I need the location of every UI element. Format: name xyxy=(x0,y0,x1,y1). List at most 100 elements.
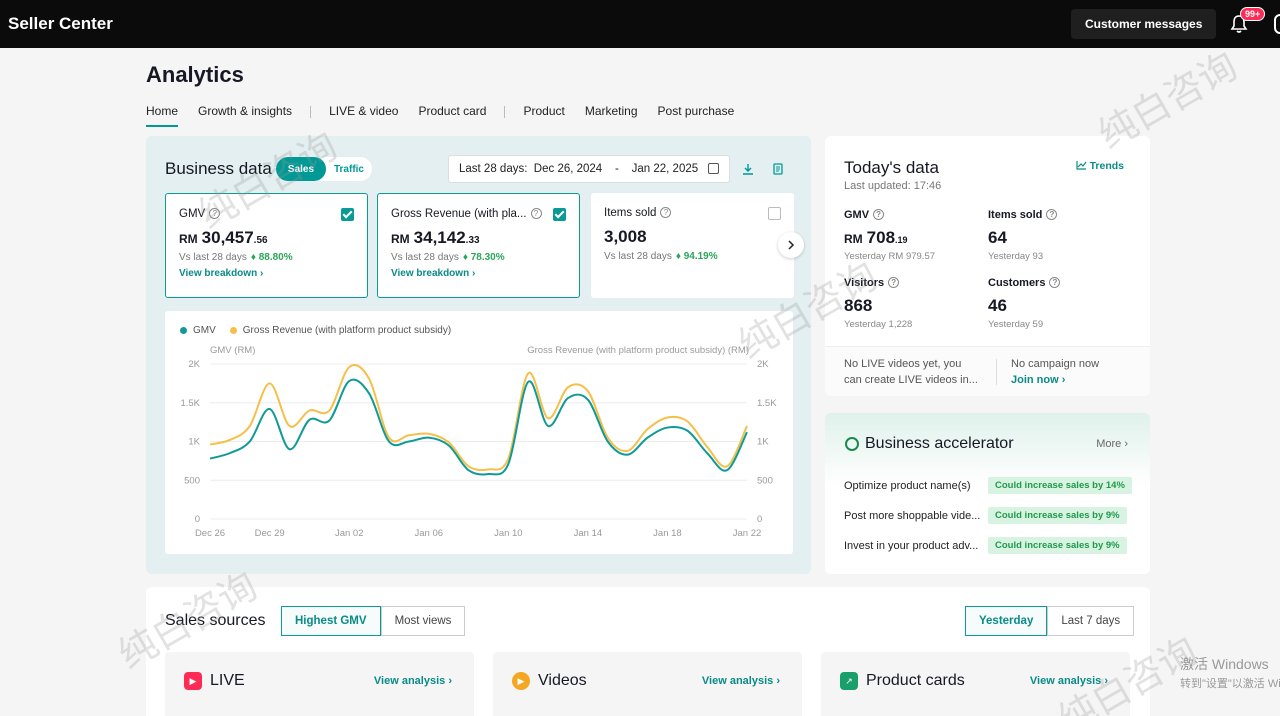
y-tick-label-left: 1.5K xyxy=(180,398,200,409)
next-arrow-button[interactable] xyxy=(778,232,804,258)
traffic-toggle[interactable]: Traffic xyxy=(326,164,372,175)
metric-card-gross-revenue[interactable]: Gross Revenue (with pla...? RM 34,142.33 … xyxy=(377,193,580,298)
view-breakdown-link[interactable]: View breakdown › xyxy=(391,268,475,279)
date-start: Dec 26, 2024 xyxy=(533,163,603,175)
accelerator-row[interactable]: Invest in your product adv... Could incr… xyxy=(844,537,1134,554)
more-link[interactable]: More › xyxy=(1096,438,1128,450)
currency: RM xyxy=(844,232,863,246)
sales-traffic-toggle: Sales Traffic xyxy=(276,157,372,181)
brand-logo[interactable]: Seller Center xyxy=(8,14,113,34)
accelerator-text: Post more shoppable vide... xyxy=(844,509,981,522)
help-icon[interactable]: ? xyxy=(888,277,900,288)
accelerator-row[interactable]: Optimize product name(s) Could increase … xyxy=(844,477,1134,494)
view-breakdown-link[interactable]: View breakdown › xyxy=(179,268,263,279)
today-yesterday: Yesterday 1,228 xyxy=(844,319,913,330)
watermark-line: 转到"设置"以激活 Windows xyxy=(1180,678,1280,690)
live-video-notice[interactable]: No LIVE videos yet, you can create LIVE … xyxy=(844,356,978,388)
source-card-product-cards: ↗ Product cards View analysis › xyxy=(821,652,1130,716)
currency: RM xyxy=(179,232,198,246)
date-end: Jan 22, 2025 xyxy=(631,163,699,175)
join-now-link[interactable]: Join now › xyxy=(1011,372,1099,388)
notice-line: No campaign now xyxy=(1011,358,1100,370)
y-tick-label-left: 1K xyxy=(188,437,200,448)
view-analysis-link[interactable]: View analysis › xyxy=(1030,675,1108,687)
source-card-live: ▶ LIVE View analysis › xyxy=(165,652,474,716)
y-tick-label-right: 2K xyxy=(757,359,769,370)
metric-change: 88.80% xyxy=(258,252,293,263)
vs-label: Vs last 28 days xyxy=(604,251,672,262)
download-icon[interactable] xyxy=(735,156,761,182)
trends-label: Trends xyxy=(1089,160,1124,172)
today-value: 46 xyxy=(988,296,1007,315)
x-tick-label: Dec 29 xyxy=(255,528,285,539)
view-analysis-link[interactable]: View analysis › xyxy=(374,675,452,687)
today-value: 708 xyxy=(866,228,896,247)
notice-line: can create LIVE videos in... xyxy=(844,374,978,386)
customer-messages-button[interactable]: Customer messages xyxy=(1071,9,1217,39)
metric-label: Items sold xyxy=(604,207,657,219)
metric-value: 30,457 xyxy=(201,228,254,247)
accelerator-row[interactable]: Post more shoppable vide... Could increa… xyxy=(844,507,1134,524)
trend-chart-icon xyxy=(1075,161,1087,170)
tab-marketing[interactable]: Marketing xyxy=(585,104,638,126)
calendar-icon xyxy=(708,163,719,174)
metric-checkbox[interactable] xyxy=(341,208,354,221)
metric-checkbox[interactable] xyxy=(553,208,566,221)
today-yesterday: Yesterday 93 xyxy=(988,251,1044,262)
x-tick-label: Jan 18 xyxy=(653,528,682,539)
analytics-tabs: Home Growth & insights LIVE & video Prod… xyxy=(146,104,754,127)
yesterday-button[interactable]: Yesterday xyxy=(965,606,1048,636)
sales-toggle[interactable]: Sales xyxy=(276,157,326,181)
metric-change: 94.19% xyxy=(683,251,718,262)
trends-link[interactable]: Trends xyxy=(1075,160,1124,172)
help-icon[interactable]: ? xyxy=(660,207,672,218)
metric-decimals: .56 xyxy=(253,235,268,246)
today-label: Items sold xyxy=(988,209,1043,221)
accelerator-text: Optimize product name(s) xyxy=(844,479,971,492)
today-value: 868 xyxy=(844,296,873,315)
vs-label: Vs last 28 days xyxy=(391,252,459,263)
source-name: Videos xyxy=(538,672,587,689)
watermark-line: 激活 Windows xyxy=(1180,656,1269,672)
tab-divider xyxy=(504,106,506,118)
last-7-days-button[interactable]: Last 7 days xyxy=(1047,606,1135,636)
help-icon[interactable]: ? xyxy=(1046,209,1058,220)
metric-label: Gross Revenue (with pla... xyxy=(391,208,527,220)
windows-activation-watermark: 激活 Windows 转到"设置"以激活 Windows xyxy=(1180,654,1280,694)
date-range-picker[interactable]: Last 28 days: Dec 26, 2024 - Jan 22, 202… xyxy=(448,155,730,183)
accelerator-title: Business accelerator xyxy=(865,435,1014,452)
tab-product-card[interactable]: Product card xyxy=(418,104,486,126)
metric-value: 34,142 xyxy=(413,228,466,247)
most-views-button[interactable]: Most views xyxy=(380,606,466,636)
today-value: 64 xyxy=(988,228,1007,247)
last-updated: Last updated: 17:46 xyxy=(844,180,942,192)
help-icon[interactable]: ? xyxy=(1049,277,1061,288)
profile-avatar[interactable] xyxy=(1274,14,1280,34)
tab-growth-insights[interactable]: Growth & insights xyxy=(198,104,292,126)
business-data-title: Business data xyxy=(165,159,272,178)
metric-label: GMV xyxy=(179,208,206,220)
chevron-right-icon xyxy=(788,240,795,250)
highest-gmv-button[interactable]: Highest GMV xyxy=(281,606,381,636)
tab-post-purchase[interactable]: Post purchase xyxy=(658,104,735,126)
tab-product[interactable]: Product xyxy=(523,104,564,126)
report-icon[interactable] xyxy=(765,156,791,182)
today-yesterday: Yesterday 59 xyxy=(988,319,1044,330)
metric-decimals: .33 xyxy=(465,235,480,246)
todays-data-panel: Today's data Last updated: 17:46 Trends … xyxy=(825,136,1150,396)
metric-card-gmv[interactable]: GMV? RM 30,457.56 Vs last 28 days ♦ 88.80%… xyxy=(165,193,368,298)
source-name: LIVE xyxy=(210,672,245,689)
view-analysis-link[interactable]: View analysis › xyxy=(702,675,780,687)
help-icon[interactable]: ? xyxy=(873,209,885,220)
today-items-sold: Items sold? 64 Yesterday 93 xyxy=(988,209,1058,262)
metric-checkbox[interactable] xyxy=(768,207,781,220)
help-icon[interactable]: ? xyxy=(209,208,221,219)
metric-card-items-sold[interactable]: Items sold? 3,008 Vs last 28 days ♦ 94.19… xyxy=(591,193,794,298)
today-label: GMV xyxy=(844,209,870,221)
x-tick-label: Jan 22 xyxy=(733,528,762,539)
tab-home[interactable]: Home xyxy=(146,104,179,127)
x-tick-label: Dec 26 xyxy=(195,528,225,539)
accelerator-icon xyxy=(845,437,859,451)
help-icon[interactable]: ? xyxy=(530,208,542,219)
tab-live-video[interactable]: LIVE & video xyxy=(329,104,398,126)
